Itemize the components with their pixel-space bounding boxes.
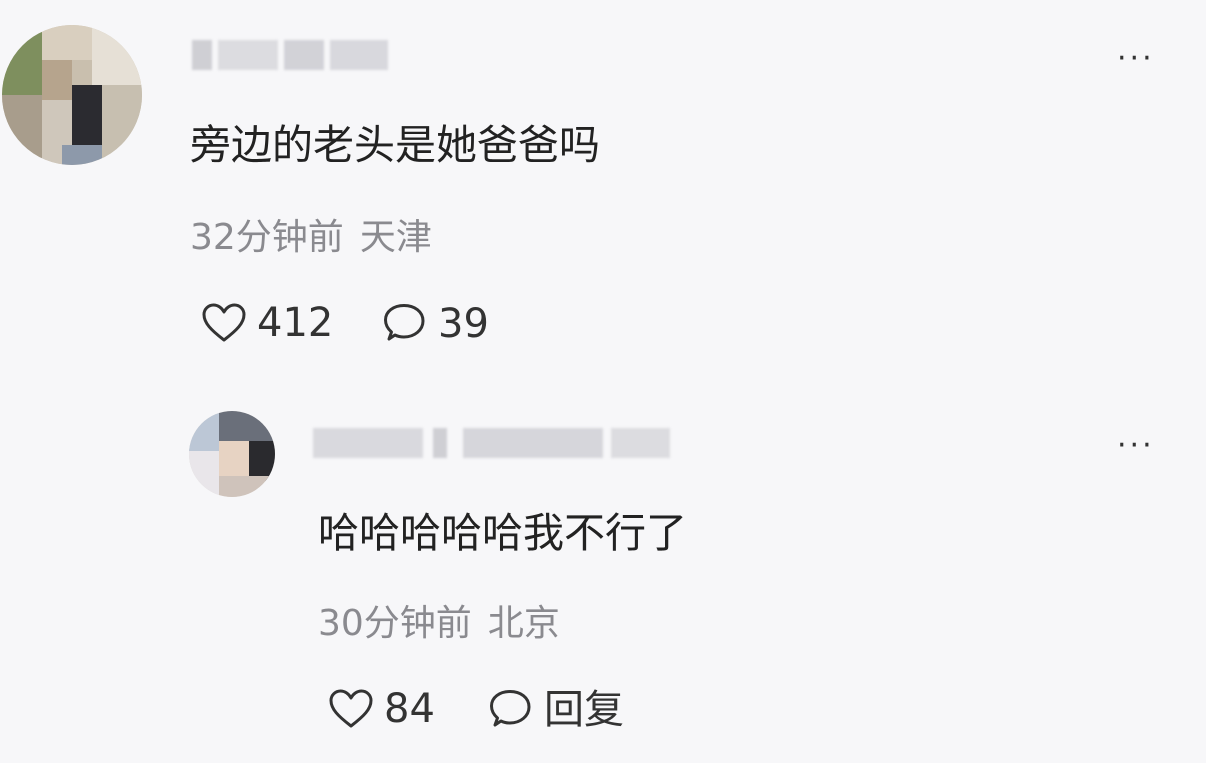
avatar-pixel	[92, 25, 142, 85]
reply-meta: 30分钟前 北京	[318, 606, 560, 642]
reply-button-label: 回复	[544, 687, 624, 733]
blur-block	[284, 40, 324, 70]
comment-time: 32分钟前	[190, 217, 344, 258]
reply-avatar[interactable]	[189, 411, 275, 497]
like-count: 412	[257, 300, 334, 346]
avatar-pixel	[62, 145, 102, 165]
comment-text: 旁边的老头是她爸爸吗	[190, 121, 600, 169]
reply-time: 30分钟前	[318, 603, 472, 644]
heart-icon	[329, 689, 373, 728]
reply-button[interactable]: 回复	[488, 688, 624, 732]
blur-block	[192, 40, 212, 70]
blur-block	[313, 428, 423, 458]
avatar-pixel	[72, 85, 102, 145]
like-button[interactable]: 412	[201, 302, 333, 344]
blur-block	[330, 40, 388, 70]
blur-block	[611, 428, 670, 458]
comment-meta: 32分钟前 天津	[190, 220, 432, 256]
avatar-pixel	[249, 441, 275, 481]
reply-count: 39	[438, 301, 489, 347]
more-options-button[interactable]: ···	[1117, 44, 1155, 74]
avatar-pixel	[42, 60, 72, 100]
avatar-pixel	[189, 451, 219, 497]
avatar-pixel	[219, 411, 275, 441]
reply-username-blurred[interactable]	[313, 428, 670, 458]
comment-bubble-icon	[490, 690, 531, 727]
avatar[interactable]	[2, 25, 142, 165]
username-blurred[interactable]	[192, 40, 388, 70]
blur-block	[433, 428, 447, 458]
reply-text: 哈哈哈哈哈我不行了	[318, 509, 687, 557]
avatar-pixel	[219, 476, 275, 497]
blur-block	[463, 428, 603, 458]
reply-count-button[interactable]: 39	[382, 302, 489, 346]
reply-like-count: 84	[384, 686, 435, 732]
avatar-pixel	[189, 411, 219, 451]
heart-icon	[202, 303, 246, 342]
avatar-pixel	[2, 95, 42, 165]
blur-block	[218, 40, 278, 70]
comment-location: 天津	[359, 217, 432, 258]
avatar-pixel	[219, 441, 249, 476]
avatar-pixel	[2, 25, 42, 95]
avatar-pixel	[42, 25, 92, 60]
comment-bubble-icon	[384, 304, 425, 341]
reply-more-options-button[interactable]: ···	[1117, 431, 1155, 461]
reply-like-button[interactable]: 84	[328, 688, 435, 730]
reply-location: 北京	[487, 603, 560, 644]
avatar-pixel	[102, 85, 142, 165]
